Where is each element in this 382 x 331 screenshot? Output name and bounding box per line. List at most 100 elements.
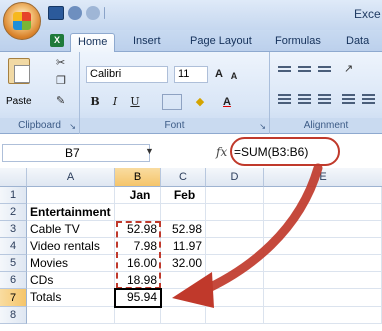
cell-a2[interactable]: Entertainment: [27, 204, 115, 221]
title-bar: Exce: [0, 0, 382, 30]
tab-data[interactable]: Data: [346, 35, 369, 47]
cell-e7[interactable]: [264, 289, 382, 307]
cell-a5[interactable]: Movies: [27, 255, 115, 272]
underline-button[interactable]: U: [128, 94, 142, 110]
alignment-group: ↗ Alignment: [270, 52, 382, 134]
tab-insert[interactable]: Insert: [133, 35, 161, 47]
redo-icon[interactable]: [86, 6, 100, 20]
decrease-indent-icon[interactable]: [340, 92, 357, 105]
format-painter-icon[interactable]: ✎: [56, 94, 65, 107]
cell-c6[interactable]: [161, 272, 206, 289]
column-header-c[interactable]: C: [161, 168, 206, 187]
office-button[interactable]: [3, 2, 41, 40]
column-header-a[interactable]: A: [27, 168, 115, 187]
name-box[interactable]: B7: [2, 144, 150, 162]
column-header-d[interactable]: D: [206, 168, 264, 187]
cell-a3[interactable]: Cable TV: [27, 221, 115, 238]
cell-d8[interactable]: [206, 307, 264, 324]
cell-d4[interactable]: [206, 238, 264, 255]
cell-a8[interactable]: [27, 307, 115, 324]
shrink-font-button[interactable]: A: [228, 68, 240, 84]
undo-icon[interactable]: [68, 6, 82, 20]
clipboard-label: Clipboard: [18, 120, 61, 131]
name-box-dropdown-icon[interactable]: ▼: [145, 146, 154, 156]
paste-icon[interactable]: [8, 58, 30, 84]
cell-e4[interactable]: [264, 238, 382, 255]
save-icon[interactable]: [48, 6, 64, 20]
paste-button[interactable]: Paste: [6, 96, 32, 107]
cell-c2[interactable]: [161, 204, 206, 221]
italic-button[interactable]: I: [108, 94, 122, 110]
tab-formulas[interactable]: Formulas: [275, 35, 321, 47]
bold-button[interactable]: B: [88, 94, 102, 110]
cell-d1[interactable]: [206, 187, 264, 204]
grow-font-button[interactable]: A: [212, 66, 226, 82]
cell-e6[interactable]: [264, 272, 382, 289]
column-header-e[interactable]: E: [264, 168, 382, 187]
tab-home[interactable]: Home: [70, 33, 116, 53]
tab-page-layout[interactable]: Page Layout: [190, 35, 252, 47]
increase-indent-icon[interactable]: [360, 92, 377, 105]
font-launcher-icon[interactable]: ↘: [259, 122, 266, 131]
cell-c3[interactable]: 52.98: [161, 221, 206, 238]
font-color-icon[interactable]: A: [220, 94, 234, 110]
clipboard-group: Paste ✂ ❐ ✎ Clipboard ↘: [0, 52, 80, 134]
ribbon: Paste ✂ ❐ ✎ Clipboard ↘ Calibri 11 A A B…: [0, 52, 382, 134]
align-left-icon[interactable]: [276, 92, 293, 105]
formula-highlight-oval: [230, 137, 340, 166]
clipboard-group-label: Clipboard: [0, 118, 79, 133]
cell-e3[interactable]: [264, 221, 382, 238]
window-title: Exce: [354, 7, 381, 21]
alignment-label: Alignment: [303, 120, 349, 131]
borders-icon[interactable]: [162, 94, 182, 110]
cell-e8[interactable]: [264, 307, 382, 324]
cell-a1[interactable]: [27, 187, 115, 204]
select-all-corner[interactable]: [0, 168, 27, 187]
cell-a7[interactable]: Totals: [27, 289, 115, 307]
font-name-box[interactable]: Calibri: [86, 66, 168, 83]
align-center-icon[interactable]: [296, 92, 313, 105]
cell-d2[interactable]: [206, 204, 264, 221]
cell-c7[interactable]: [161, 289, 206, 307]
column-header-b[interactable]: B: [115, 168, 161, 187]
fill-color-icon[interactable]: ◆: [192, 94, 208, 110]
toolbar-separator: [104, 7, 105, 19]
orientation-icon[interactable]: ↗: [344, 62, 353, 75]
row-header-4[interactable]: 4: [0, 238, 27, 255]
cell-b8[interactable]: [115, 307, 161, 324]
cell-b2[interactable]: [115, 204, 161, 221]
cell-e5[interactable]: [264, 255, 382, 272]
cell-c8[interactable]: [161, 307, 206, 324]
cut-icon[interactable]: ✂: [56, 56, 65, 69]
cell-d6[interactable]: [206, 272, 264, 289]
row-header-5[interactable]: 5: [0, 255, 27, 272]
insert-function-icon[interactable]: fx: [216, 145, 227, 159]
cell-b1[interactable]: Jan: [115, 187, 161, 204]
active-cell-outline: [114, 288, 162, 308]
cell-c1[interactable]: Feb: [161, 187, 206, 204]
cell-d5[interactable]: [206, 255, 264, 272]
align-middle-icon[interactable]: [296, 64, 313, 77]
cell-c5[interactable]: 32.00: [161, 255, 206, 272]
cell-e1[interactable]: [264, 187, 382, 204]
cell-a4[interactable]: Video rentals: [27, 238, 115, 255]
quick-access-toolbar: [48, 6, 105, 20]
align-right-icon[interactable]: [316, 92, 333, 105]
row-header-1[interactable]: 1: [0, 187, 27, 204]
align-top-icon[interactable]: [276, 64, 293, 77]
row-header-8[interactable]: 8: [0, 307, 27, 324]
cell-d3[interactable]: [206, 221, 264, 238]
cell-a6[interactable]: CDs: [27, 272, 115, 289]
copy-icon[interactable]: ❐: [56, 74, 66, 87]
sum-range-marquee: [116, 221, 161, 289]
row-header-6[interactable]: 6: [0, 272, 27, 289]
font-size-box[interactable]: 11: [174, 66, 208, 83]
clipboard-launcher-icon[interactable]: ↘: [69, 122, 76, 131]
row-header-7[interactable]: 7: [0, 289, 27, 307]
row-header-3[interactable]: 3: [0, 221, 27, 238]
cell-e2[interactable]: [264, 204, 382, 221]
align-bottom-icon[interactable]: [316, 64, 333, 77]
cell-d7[interactable]: [206, 289, 264, 307]
cell-c4[interactable]: 11.97: [161, 238, 206, 255]
row-header-2[interactable]: 2: [0, 204, 27, 221]
